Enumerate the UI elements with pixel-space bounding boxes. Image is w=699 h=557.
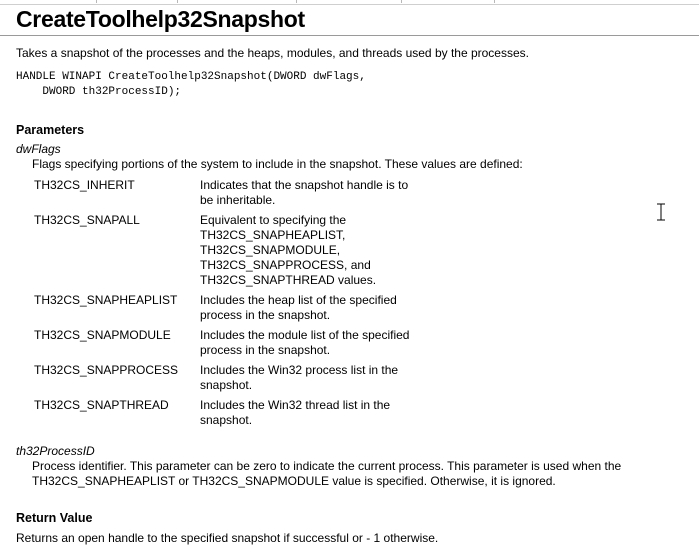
flag-description-line: TH32CS_SNAPHEAPLIST, — [200, 228, 346, 242]
parameters-heading: Parameters — [16, 123, 85, 137]
return-value-heading: Return Value — [16, 511, 93, 525]
th32processid-line: TH32CS_SNAPHEAPLIST or TH32CS_SNAPMODULE… — [32, 474, 556, 488]
flag-description-line: process in the snapshot. — [200, 343, 331, 357]
param-name-th32processid: th32ProcessID — [16, 444, 95, 458]
flag-name: TH32CS_SNAPHEAPLIST — [34, 293, 178, 307]
flag-description-line: Includes the Win32 process list in the — [200, 363, 399, 377]
top-toolbar-strip — [0, 0, 699, 5]
flag-description: Includes the Win32 process list in the s… — [200, 363, 460, 393]
flag-name: TH32CS_SNAPPROCESS — [34, 363, 179, 377]
flag-description-line: process in the snapshot. — [200, 308, 331, 322]
function-signature: HANDLE WINAPI CreateToolhelp32Snapshot(D… — [16, 70, 366, 100]
flag-description-line: Indicates that the snapshot handle is to — [200, 178, 409, 192]
flag-description-line: TH32CS_SNAPTHREAD values. — [200, 273, 377, 287]
toolbar-segment — [178, 0, 297, 3]
flag-description-line: Equivalent to specifying the — [200, 213, 347, 227]
title-divider — [0, 35, 699, 36]
signature-line: DWORD th32ProcessID); — [16, 86, 182, 98]
flag-description-line: TH32CS_SNAPPROCESS, and — [200, 258, 371, 272]
toolbar-segment — [0, 0, 97, 3]
return-value-text: Returns an open handle to the specified … — [16, 531, 439, 545]
flag-name: TH32CS_SNAPMODULE — [34, 328, 171, 342]
toolbar-segment — [97, 0, 178, 3]
dwflags-intro: Flags specifying portions of the system … — [32, 157, 523, 171]
flag-description-line: Includes the Win32 thread list in the — [200, 398, 391, 412]
toolbar-segment — [297, 0, 402, 3]
flag-description: Includes the module list of the specifie… — [200, 328, 460, 358]
toolbar-segment — [402, 0, 495, 3]
flag-description-line: TH32CS_SNAPMODULE, — [200, 243, 341, 257]
param-name-dwflags: dwFlags — [16, 142, 61, 156]
flag-description-line: Includes the heap list of the specified — [200, 293, 397, 307]
flag-description: Indicates that the snapshot handle is to… — [200, 178, 460, 208]
th32processid-description: Process identifier. This parameter can b… — [32, 459, 621, 489]
flag-name: TH32CS_SNAPTHREAD — [34, 398, 169, 412]
flag-name: TH32CS_INHERIT — [34, 178, 135, 192]
page-title: CreateToolhelp32Snapshot — [16, 6, 305, 32]
th32processid-line: Process identifier. This parameter can b… — [32, 459, 622, 473]
signature-line: HANDLE WINAPI CreateToolhelp32Snapshot(D… — [16, 71, 366, 83]
text-cursor-icon — [657, 203, 665, 221]
function-description: Takes a snapshot of the processes and th… — [16, 46, 529, 60]
flag-description: Equivalent to specifying the TH32CS_SNAP… — [200, 213, 460, 288]
flag-description: Includes the Win32 thread list in the sn… — [200, 398, 460, 428]
flag-description-line: be inheritable. — [200, 193, 276, 207]
flag-description-line: Includes the module list of the specifie… — [200, 328, 410, 342]
flag-description-line: snapshot. — [200, 378, 253, 392]
flag-description: Includes the heap list of the specified … — [200, 293, 460, 323]
flag-name: TH32CS_SNAPALL — [34, 213, 140, 227]
flag-description-line: snapshot. — [200, 413, 253, 427]
